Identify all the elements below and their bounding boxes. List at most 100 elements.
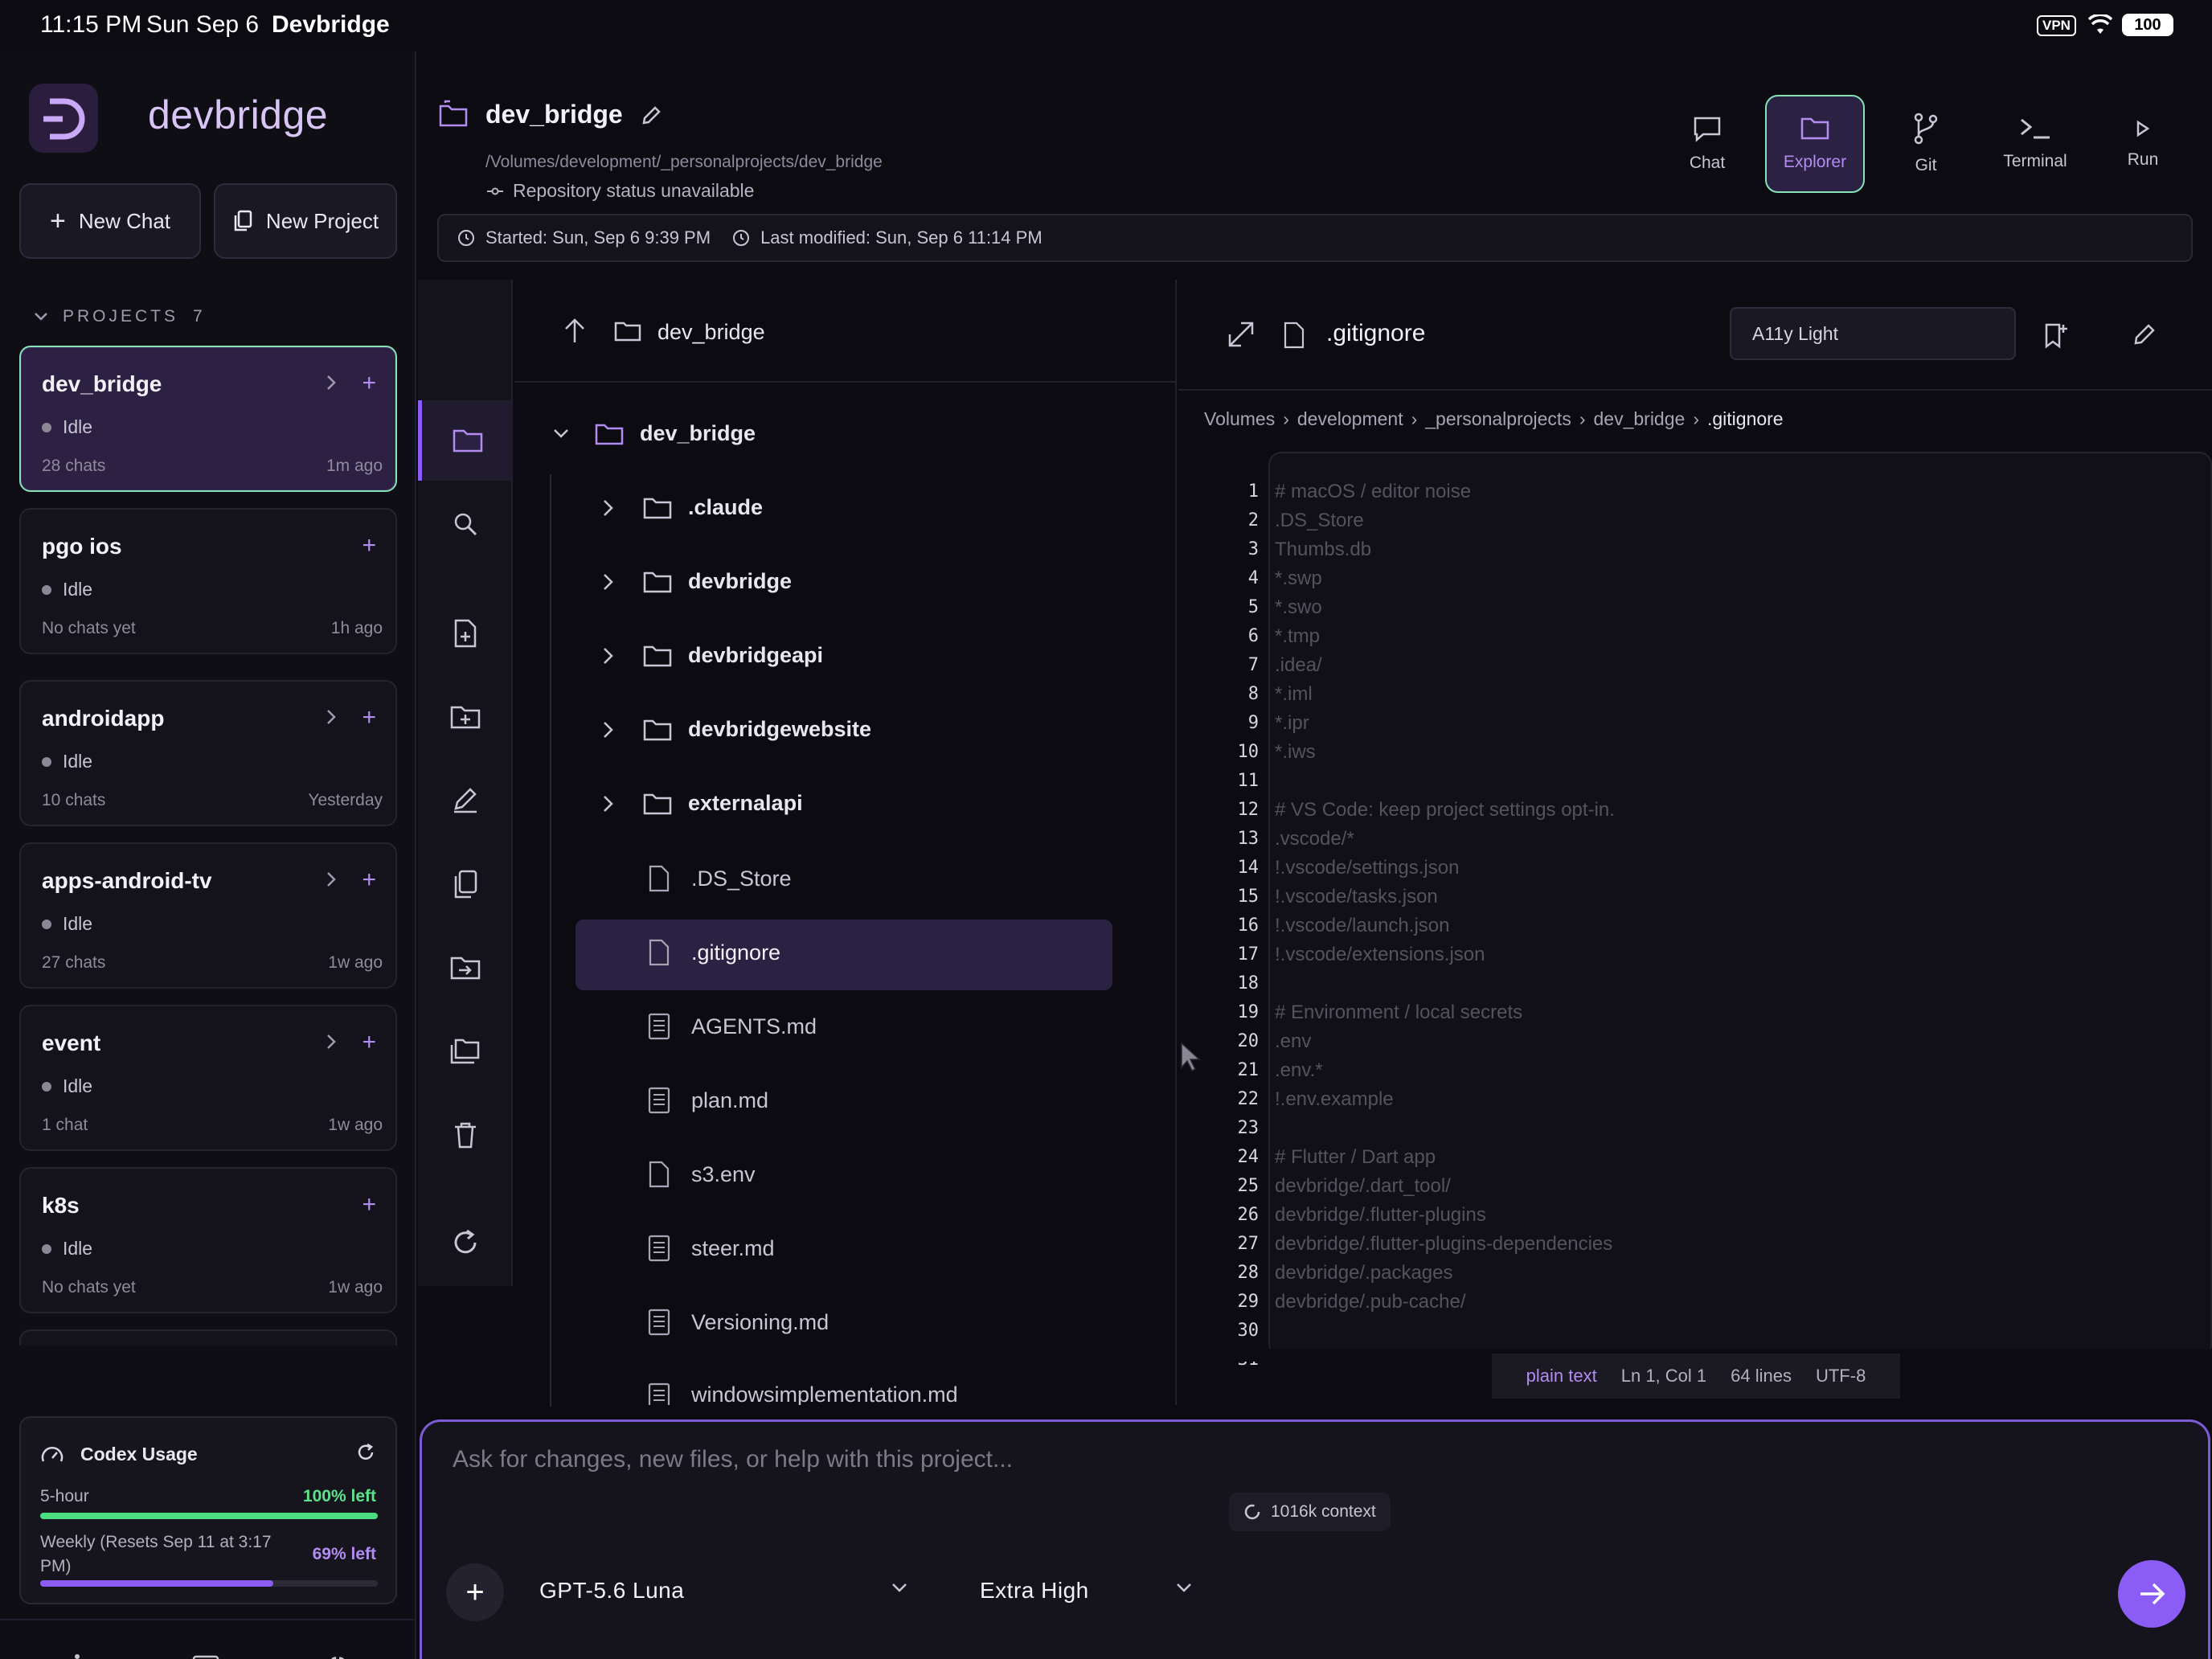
breadcrumb-item[interactable]: development	[1297, 408, 1403, 430]
project-name: k8s	[42, 1193, 80, 1218]
tree-folder[interactable]: devbridge	[603, 569, 792, 594]
status-label: Idle	[63, 579, 93, 600]
settings-icon[interactable]	[322, 1653, 354, 1659]
add-chat-button[interactable]: +	[362, 534, 376, 558]
copy-tool[interactable]	[418, 844, 513, 924]
files-tool[interactable]	[418, 400, 513, 481]
tree-file[interactable]: steer.md	[648, 1235, 775, 1262]
line-number: 28	[1237, 1263, 1260, 1283]
tree-file-selected[interactable]: .gitignore	[648, 939, 780, 966]
breadcrumb-item[interactable]: _personalprojects	[1425, 408, 1571, 430]
search-tool[interactable]	[418, 484, 513, 564]
clock: 11:15 PM	[40, 11, 142, 38]
tab-run[interactable]: Run	[2093, 95, 2193, 193]
line-number: 23	[1237, 1118, 1260, 1138]
chevron-down-icon[interactable]	[1176, 1583, 1192, 1594]
chat-input[interactable]: Ask for changes, new files, or help with…	[453, 1446, 1013, 1473]
new-project-label: New Project	[265, 208, 379, 233]
project-card[interactable]: event + Idle 1 chat 1w ago	[19, 1005, 397, 1151]
tab-label: Run	[2127, 150, 2159, 169]
tree-folder[interactable]: .claude	[603, 495, 763, 520]
delete-tool[interactable]	[418, 1095, 513, 1175]
logo-icon	[29, 84, 98, 153]
line-number: 4	[1247, 568, 1259, 588]
rename-tool[interactable]	[418, 760, 513, 841]
bookmark-add-icon[interactable]	[2043, 322, 2067, 349]
project-card[interactable]: k8s + Idle No chats yet 1w ago	[19, 1167, 397, 1313]
tab-chat[interactable]: Chat	[1657, 95, 1757, 193]
chevron-right-icon[interactable]	[326, 375, 336, 391]
tree-file[interactable]: windowsimplementation.md	[648, 1382, 958, 1405]
expand-icon[interactable]	[1227, 320, 1256, 349]
tree-root[interactable]: dev_bridge	[553, 421, 756, 446]
chevron-right-icon[interactable]	[326, 871, 336, 887]
wifi-icon	[2088, 14, 2112, 35]
theme-select[interactable]: A11y Light	[1730, 307, 2016, 360]
refresh-tool[interactable]	[418, 1202, 513, 1283]
chat-composer[interactable]: Ask for changes, new files, or help with…	[420, 1419, 2210, 1659]
tree-file[interactable]: plan.md	[648, 1087, 768, 1114]
network-icon[interactable]	[61, 1653, 93, 1659]
tree-file[interactable]: .DS_Store	[648, 865, 792, 892]
code-line: *.swo	[1275, 596, 1322, 618]
new-folder-tool[interactable]	[418, 677, 513, 757]
tab-explorer[interactable]: Explorer	[1765, 95, 1865, 193]
breadcrumb-item[interactable]: dev_bridge	[1594, 408, 1686, 430]
file-name: .gitignore	[691, 940, 781, 965]
search-icon	[454, 513, 477, 536]
arrow-up-icon[interactable]	[563, 317, 587, 344]
new-project-button[interactable]: New Project	[214, 183, 397, 259]
effort-select[interactable]: Extra High	[980, 1578, 1089, 1604]
chevron-down-icon[interactable]	[891, 1583, 907, 1594]
project-card[interactable]: dev_bridge + Idle 28 chats 1m ago	[19, 346, 397, 492]
add-chat-button[interactable]: +	[362, 371, 376, 395]
add-chat-button[interactable]: +	[362, 1030, 376, 1055]
code-content[interactable]: # macOS / editor noise .DS_Store Thumbs.db…	[1275, 477, 1615, 1317]
tree-folder[interactable]: devbridgeapi	[603, 643, 823, 668]
project-card[interactable]: androidapp + Idle 10 chats Yesterday	[19, 680, 397, 826]
tab-git[interactable]: Git	[1876, 95, 1976, 193]
page-title: dev_bridge	[485, 100, 623, 129]
line-number: 1	[1247, 481, 1259, 502]
duplicate-tool[interactable]	[418, 1011, 513, 1092]
pencil-icon[interactable]	[640, 104, 662, 127]
add-chat-button[interactable]: +	[362, 706, 376, 730]
tab-terminal[interactable]: Terminal	[1985, 95, 2085, 193]
tree-file[interactable]: s3.env	[648, 1161, 756, 1188]
add-chat-button[interactable]: +	[362, 1193, 376, 1217]
chart-icon[interactable]	[191, 1654, 220, 1659]
project-card[interactable]: pgo ios + Idle No chats yet 1h ago	[19, 508, 397, 654]
five-hour-label: 5-hour	[40, 1487, 89, 1505]
tree-folder[interactable]: devbridgewebsite	[603, 717, 871, 742]
file-name: .DS_Store	[691, 866, 792, 891]
chevron-right-icon[interactable]	[326, 709, 336, 725]
breadcrumb-item[interactable]: .gitignore	[1707, 408, 1784, 430]
project-name: pgo ios	[42, 534, 122, 559]
chat-count: No chats yet	[42, 619, 136, 637]
tree-folder[interactable]: externalapi	[603, 791, 803, 816]
copy-icon	[454, 870, 477, 899]
language-mode[interactable]: plain text	[1526, 1366, 1597, 1387]
attach-button[interactable]: +	[446, 1563, 504, 1621]
edit-icon[interactable]	[2132, 322, 2157, 347]
project-card[interactable]: apps-android-tv + Idle 27 chats 1w ago	[19, 842, 397, 989]
status-dot	[42, 919, 51, 929]
breadcrumb-item[interactable]: Volumes	[1204, 408, 1275, 430]
tree-file[interactable]: AGENTS.md	[648, 1013, 817, 1040]
project-card[interactable]	[19, 1329, 397, 1346]
model-select[interactable]: GPT-5.6 Luna	[539, 1578, 684, 1604]
weekly-bar-fill	[40, 1580, 273, 1587]
five-hour-bar	[40, 1513, 378, 1519]
tree-file[interactable]: Versioning.md	[648, 1309, 829, 1336]
move-tool[interactable]	[418, 928, 513, 1008]
new-file-tool[interactable]	[418, 593, 513, 674]
refresh-icon[interactable]	[355, 1442, 376, 1463]
add-chat-button[interactable]: +	[362, 868, 376, 892]
status-label: Idle	[63, 913, 93, 934]
chevron-right-icon[interactable]	[326, 1034, 336, 1050]
send-button[interactable]	[2118, 1560, 2185, 1628]
file-icon	[1283, 322, 1305, 349]
projects-header[interactable]: PROJECTS 7	[34, 307, 206, 326]
project-status: Idle	[42, 416, 92, 438]
new-chat-button[interactable]: + New Chat	[19, 183, 201, 259]
